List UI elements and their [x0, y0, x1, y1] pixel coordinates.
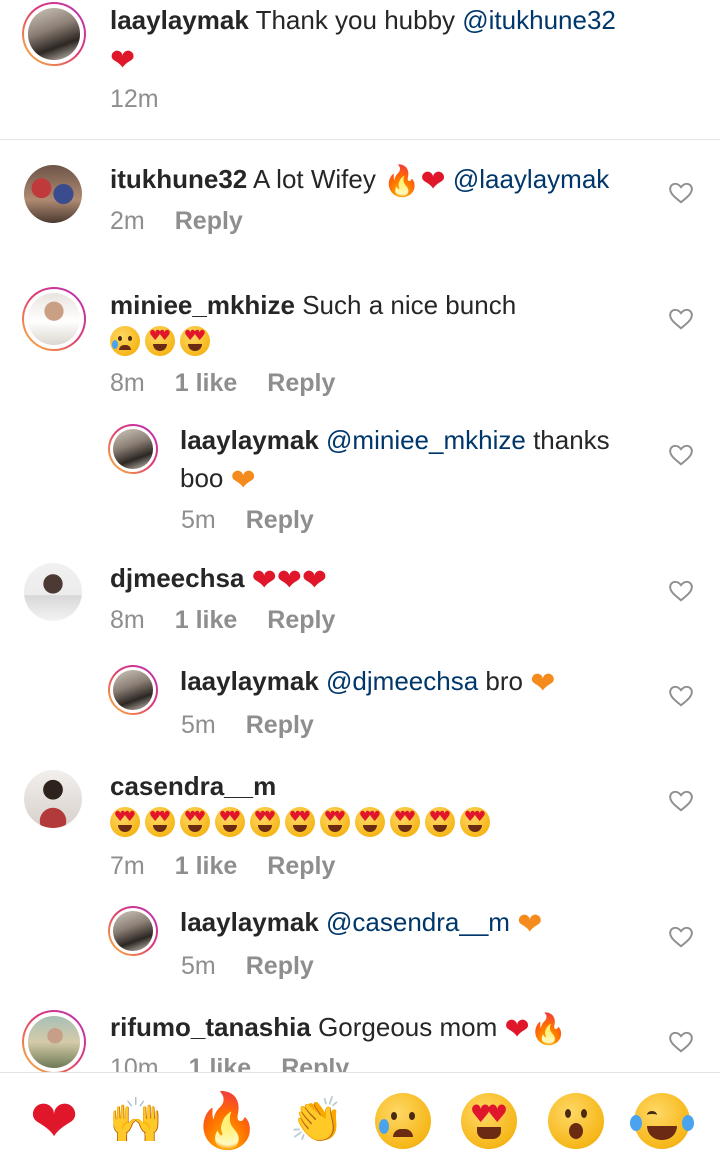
reply-button[interactable]: Reply	[281, 1054, 349, 1072]
red-heart-icon: ❤	[276, 563, 302, 598]
tears-of-joy-face-icon[interactable]	[630, 1091, 692, 1151]
red-heart-icon: ❤	[110, 43, 136, 78]
comment-time: 8m	[110, 369, 145, 397]
reply-button[interactable]: Reply	[246, 952, 314, 980]
comment-text: thanks	[533, 425, 610, 455]
divider	[0, 139, 720, 140]
avatar[interactable]	[22, 1010, 86, 1072]
comment-time: 5m	[181, 506, 216, 534]
like-heart-icon[interactable]	[668, 180, 694, 206]
fire-icon: 🔥	[383, 164, 421, 199]
comment-username[interactable]: laaylaymak	[110, 5, 249, 35]
comment-mention[interactable]: @miniee_mkhize	[326, 425, 526, 455]
heart-eyes-icon	[285, 807, 315, 837]
comment-username[interactable]: rifumo_tanashia	[110, 1012, 311, 1042]
avatar[interactable]	[24, 770, 82, 828]
comment-username[interactable]: djmeechsa	[110, 563, 244, 593]
heart-eyes-icon	[390, 807, 420, 837]
comment-text: Thank you hubby	[255, 5, 456, 35]
reply-button[interactable]: Reply	[267, 369, 335, 397]
clapping-hands-icon[interactable]: 👏	[287, 1091, 347, 1151]
avatar[interactable]	[22, 2, 86, 66]
heart-eyes-icon	[180, 326, 210, 356]
likes-count[interactable]: 1 like	[175, 606, 238, 634]
red-heart-icon: ❤	[251, 563, 277, 598]
comment-mention[interactable]: @casendra__m	[326, 907, 510, 937]
comment-text: boo	[180, 463, 224, 493]
avatar[interactable]	[108, 665, 158, 715]
comment-mention[interactable]: @itukhune32	[462, 5, 616, 35]
comment-mention[interactable]: @laaylaymak	[453, 164, 609, 194]
comments-thread: laaylaymak Thank you hubby @itukhune32 ❤…	[0, 0, 720, 1072]
heart-eyes-icon	[250, 807, 280, 837]
like-heart-icon[interactable]	[668, 578, 694, 604]
orange-heart-icon: ❤	[230, 463, 256, 498]
likes-count[interactable]: 1 like	[189, 1054, 252, 1072]
comment-time: 7m	[110, 852, 145, 880]
comment-time: 5m	[181, 711, 216, 739]
orange-heart-icon: ❤	[530, 666, 556, 701]
like-heart-icon[interactable]	[668, 924, 694, 950]
comment-text: bro	[485, 666, 523, 696]
likes-count[interactable]: 1 like	[175, 852, 238, 880]
comment-username[interactable]: itukhune32	[110, 164, 247, 194]
comment-time: 8m	[110, 606, 145, 634]
heart-eyes-icon	[425, 807, 455, 837]
heart-eyes-icon	[145, 326, 175, 356]
like-heart-icon[interactable]	[668, 306, 694, 332]
sad-face-icon[interactable]	[373, 1091, 433, 1151]
avatar[interactable]	[22, 287, 86, 351]
like-heart-icon[interactable]	[668, 788, 694, 814]
raising-hands-icon[interactable]: 🙌	[106, 1091, 166, 1151]
avatar[interactable]	[108, 424, 158, 474]
heart-eyes-icon	[355, 807, 385, 837]
comment-username[interactable]: laaylaymak	[180, 907, 319, 937]
quick-reaction-bar: ❤ 🙌 🔥 👏	[0, 1072, 720, 1158]
reply-button[interactable]: Reply	[267, 852, 335, 880]
avatar[interactable]	[24, 165, 82, 223]
likes-count[interactable]: 1 like	[175, 369, 238, 397]
orange-heart-icon: ❤	[517, 907, 543, 942]
avatar[interactable]	[108, 906, 158, 956]
red-heart-icon: ❤	[504, 1012, 530, 1047]
comment-time: 12m	[110, 85, 159, 113]
comment-text: Such a nice bunch	[302, 290, 517, 320]
red-heart-icon: ❤	[301, 563, 328, 598]
reply-button[interactable]: Reply	[175, 207, 243, 235]
heart-eyes-icon	[215, 807, 245, 837]
comment-mention[interactable]: @djmeechsa	[326, 666, 478, 696]
avatar[interactable]	[24, 563, 82, 621]
like-heart-icon[interactable]	[668, 442, 694, 468]
surprised-face-icon[interactable]	[546, 1091, 606, 1151]
comment-time: 10m	[110, 1054, 159, 1072]
comment-text: Gorgeous mom	[318, 1012, 498, 1042]
heart-eyes-icon	[320, 807, 350, 837]
heart-eyes-row	[110, 807, 495, 839]
comment-username[interactable]: miniee_mkhize	[110, 290, 295, 320]
comment-time: 5m	[181, 952, 216, 980]
comment-time: 2m	[110, 207, 145, 235]
fire-icon[interactable]: 🔥	[193, 1091, 260, 1151]
fire-icon: 🔥	[529, 1012, 567, 1047]
comment-username[interactable]: casendra__m	[110, 771, 276, 801]
reply-button[interactable]: Reply	[246, 506, 314, 534]
heart-eyes-icon	[180, 807, 210, 837]
heart-eyes-icon	[110, 807, 140, 837]
heart-eyes-icon	[460, 807, 490, 837]
heart-eyes-face-icon[interactable]	[459, 1091, 519, 1151]
heart-eyes-icon	[145, 807, 175, 837]
heart-icon[interactable]: ❤	[24, 1091, 84, 1151]
comment-text: A lot Wifey	[253, 164, 376, 194]
comment-username[interactable]: laaylaymak	[180, 425, 319, 455]
reply-button[interactable]: Reply	[267, 606, 335, 634]
comment-username[interactable]: laaylaymak	[180, 666, 319, 696]
like-heart-icon[interactable]	[668, 683, 694, 709]
sad-face-icon	[110, 326, 140, 356]
like-heart-icon[interactable]	[668, 1029, 694, 1055]
red-heart-icon: ❤	[420, 164, 446, 199]
reply-button[interactable]: Reply	[246, 711, 314, 739]
